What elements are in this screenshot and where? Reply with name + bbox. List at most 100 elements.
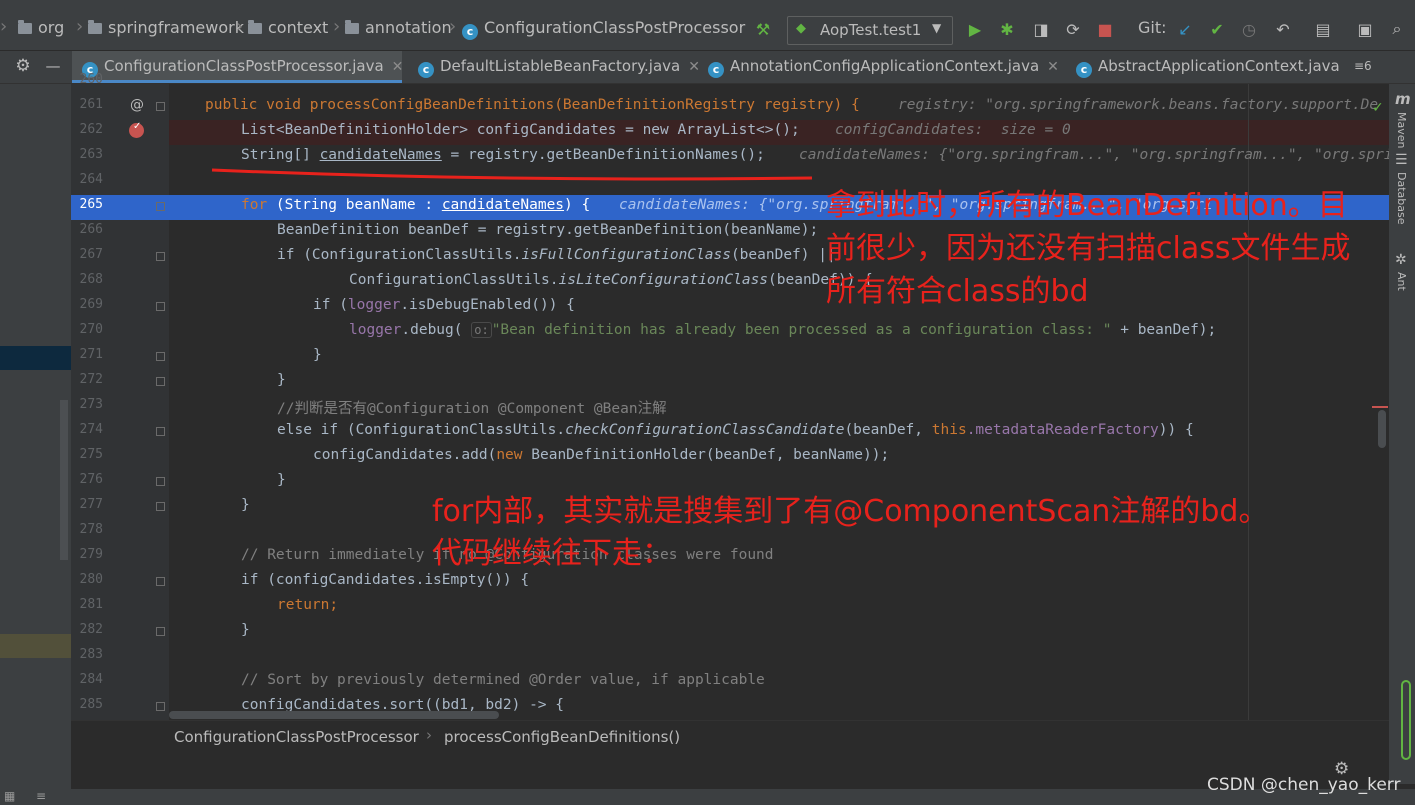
- line-number[interactable]: 270: [71, 322, 103, 337]
- fold-marker-icon[interactable]: [156, 702, 165, 711]
- terminal-icon[interactable]: ▣: [1354, 18, 1376, 40]
- code-line-270[interactable]: logger.debug( o: "Bean definition has alr…: [349, 322, 1216, 338]
- line-number[interactable]: 264: [71, 172, 103, 187]
- line-number[interactable]: 284: [71, 672, 103, 687]
- error-stripe-marker[interactable]: [1372, 406, 1388, 408]
- code-line-276[interactable]: }: [277, 472, 286, 488]
- fold-marker-icon[interactable]: [156, 202, 165, 211]
- line-number[interactable]: 277: [71, 497, 103, 512]
- code-line-280[interactable]: if (configCandidates.isEmpty()) {: [241, 572, 529, 588]
- line-number[interactable]: 261: [71, 97, 103, 112]
- git-history-icon[interactable]: ◷: [1238, 18, 1260, 40]
- structure-icon[interactable]: ≡: [36, 789, 46, 803]
- run-configuration-select[interactable]: ◆ AopTest.test1 ▼: [787, 16, 953, 45]
- line-number[interactable]: 269: [71, 297, 103, 312]
- project-highlighted-row[interactable]: [0, 634, 71, 658]
- code-line-277[interactable]: }: [241, 497, 250, 513]
- code-line-274[interactable]: else if (ConfigurationClassUtils.checkCo…: [277, 422, 1194, 438]
- project-scrollbar[interactable]: [60, 400, 68, 560]
- horizontal-scrollbar[interactable]: [169, 711, 499, 719]
- ant-tool-label[interactable]: Ant: [1395, 272, 1408, 291]
- code-line-261[interactable]: public void processConfigBeanDefinitions…: [205, 97, 860, 113]
- tab-overflow-button[interactable]: ≡6: [1354, 51, 1372, 83]
- close-icon[interactable]: ✕: [1047, 59, 1059, 75]
- line-number[interactable]: 276: [71, 472, 103, 487]
- line-number[interactable]: 282: [71, 622, 103, 637]
- line-number[interactable]: 274: [71, 422, 103, 437]
- maven-icon[interactable]: m: [1395, 90, 1411, 108]
- code-line-272[interactable]: }: [277, 372, 286, 388]
- line-number[interactable]: 273: [71, 397, 103, 412]
- code-line-269[interactable]: if (logger.isDebugEnabled()) {: [313, 297, 575, 313]
- code-line-262[interactable]: List<BeanDefinitionHolder> configCandida…: [241, 122, 800, 138]
- line-number[interactable]: 278: [71, 522, 103, 537]
- build-hammer-icon[interactable]: ⚒: [752, 18, 774, 40]
- line-number[interactable]: 281: [71, 597, 103, 612]
- tab-configurationclasspostprocessor[interactable]: c ConfigurationClassPostProcessor.java ✕: [72, 51, 404, 83]
- coverage-icon[interactable]: ◨: [1030, 18, 1052, 40]
- tab-annotationconfigapplicationcontext[interactable]: c AnnotationConfigApplicationContext.java…: [700, 51, 1059, 83]
- database-icon[interactable]: ☰: [1395, 152, 1408, 168]
- status-class-name[interactable]: ConfigurationClassPostProcessor: [174, 728, 419, 746]
- code-line-266[interactable]: BeanDefinition beanDef = registry.getBea…: [277, 222, 818, 238]
- fold-marker-icon[interactable]: [156, 477, 165, 486]
- fold-marker-icon[interactable]: [156, 377, 165, 386]
- fold-marker-icon[interactable]: [156, 427, 165, 436]
- minimize-icon[interactable]: —: [38, 51, 68, 83]
- fold-marker-icon[interactable]: [156, 577, 165, 586]
- line-number[interactable]: 280: [71, 572, 103, 587]
- stop-icon[interactable]: ■: [1094, 18, 1116, 40]
- git-rollback-icon[interactable]: ↶: [1272, 18, 1294, 40]
- line-number[interactable]: 267: [71, 247, 103, 262]
- line-number[interactable]: 275: [71, 447, 103, 462]
- ant-icon[interactable]: ✲: [1395, 252, 1407, 268]
- code-line-268[interactable]: ConfigurationClassUtils.isLiteConfigurat…: [349, 272, 873, 288]
- override-marker-icon[interactable]: @: [130, 97, 144, 113]
- layout-icon[interactable]: ▦: [4, 789, 15, 803]
- vertical-scrollbar[interactable]: [1378, 410, 1386, 448]
- close-icon[interactable]: ✕: [392, 59, 404, 75]
- code-line-267[interactable]: if (ConfigurationClassUtils.isFullConfig…: [277, 247, 836, 263]
- breadcrumb-item-org[interactable]: org: [18, 18, 64, 37]
- line-number[interactable]: 260: [71, 72, 103, 87]
- gear-icon[interactable]: ⚙: [8, 51, 38, 83]
- fold-marker-icon[interactable]: [156, 627, 165, 636]
- line-number[interactable]: 271: [71, 347, 103, 362]
- fold-marker-icon[interactable]: [156, 252, 165, 261]
- tab-defaultlistablebeanfactory[interactable]: c DefaultListableBeanFactory.java ✕: [410, 51, 700, 83]
- line-number[interactable]: 262: [71, 122, 103, 137]
- line-number[interactable]: 279: [71, 547, 103, 562]
- git-commit-icon[interactable]: ✔: [1206, 18, 1228, 40]
- fold-marker-icon[interactable]: [156, 302, 165, 311]
- project-selected-row[interactable]: [0, 346, 71, 370]
- code-line-284[interactable]: // Sort by previously determined @Order …: [241, 672, 765, 688]
- breadcrumb-item-annotation[interactable]: annotation: [345, 18, 452, 37]
- code-line-271[interactable]: }: [313, 347, 322, 363]
- search-everywhere-icon[interactable]: ⌕: [1386, 18, 1408, 40]
- line-number[interactable]: 266: [71, 222, 103, 237]
- breadcrumb-item-springframework[interactable]: springframework: [88, 18, 244, 37]
- line-number[interactable]: 285: [71, 697, 103, 712]
- line-number[interactable]: 265: [71, 197, 103, 212]
- memory-indicator[interactable]: [1401, 680, 1411, 760]
- profiler-icon[interactable]: ⟳: [1062, 18, 1084, 40]
- fold-marker-icon[interactable]: [156, 502, 165, 511]
- code-line-282[interactable]: }: [241, 622, 250, 638]
- project-structure-icon[interactable]: ▤: [1312, 18, 1334, 40]
- line-number[interactable]: 272: [71, 372, 103, 387]
- line-number[interactable]: 263: [71, 147, 103, 162]
- code-line-275[interactable]: configCandidates.add(new BeanDefinitionH…: [313, 447, 889, 463]
- debug-icon[interactable]: ✱: [996, 18, 1018, 40]
- breadcrumb-item-context[interactable]: context: [248, 18, 328, 37]
- fold-marker-icon[interactable]: [156, 102, 165, 111]
- maven-tool-label[interactable]: Maven: [1395, 112, 1408, 148]
- line-number[interactable]: 283: [71, 647, 103, 662]
- run-icon[interactable]: ▶: [964, 18, 986, 40]
- code-line-273[interactable]: //判断是否有@Configuration @Component @Bean注解: [277, 397, 667, 418]
- breadcrumb-item-class[interactable]: c ConfigurationClassPostProcessor: [462, 18, 745, 40]
- code-line-281[interactable]: return;: [277, 597, 338, 613]
- status-method-name[interactable]: processConfigBeanDefinitions(): [444, 728, 680, 746]
- line-number[interactable]: 268: [71, 272, 103, 287]
- tab-abstractapplicationcontext[interactable]: c AbstractApplicationContext.java: [1068, 51, 1340, 83]
- close-icon[interactable]: ✕: [688, 59, 700, 75]
